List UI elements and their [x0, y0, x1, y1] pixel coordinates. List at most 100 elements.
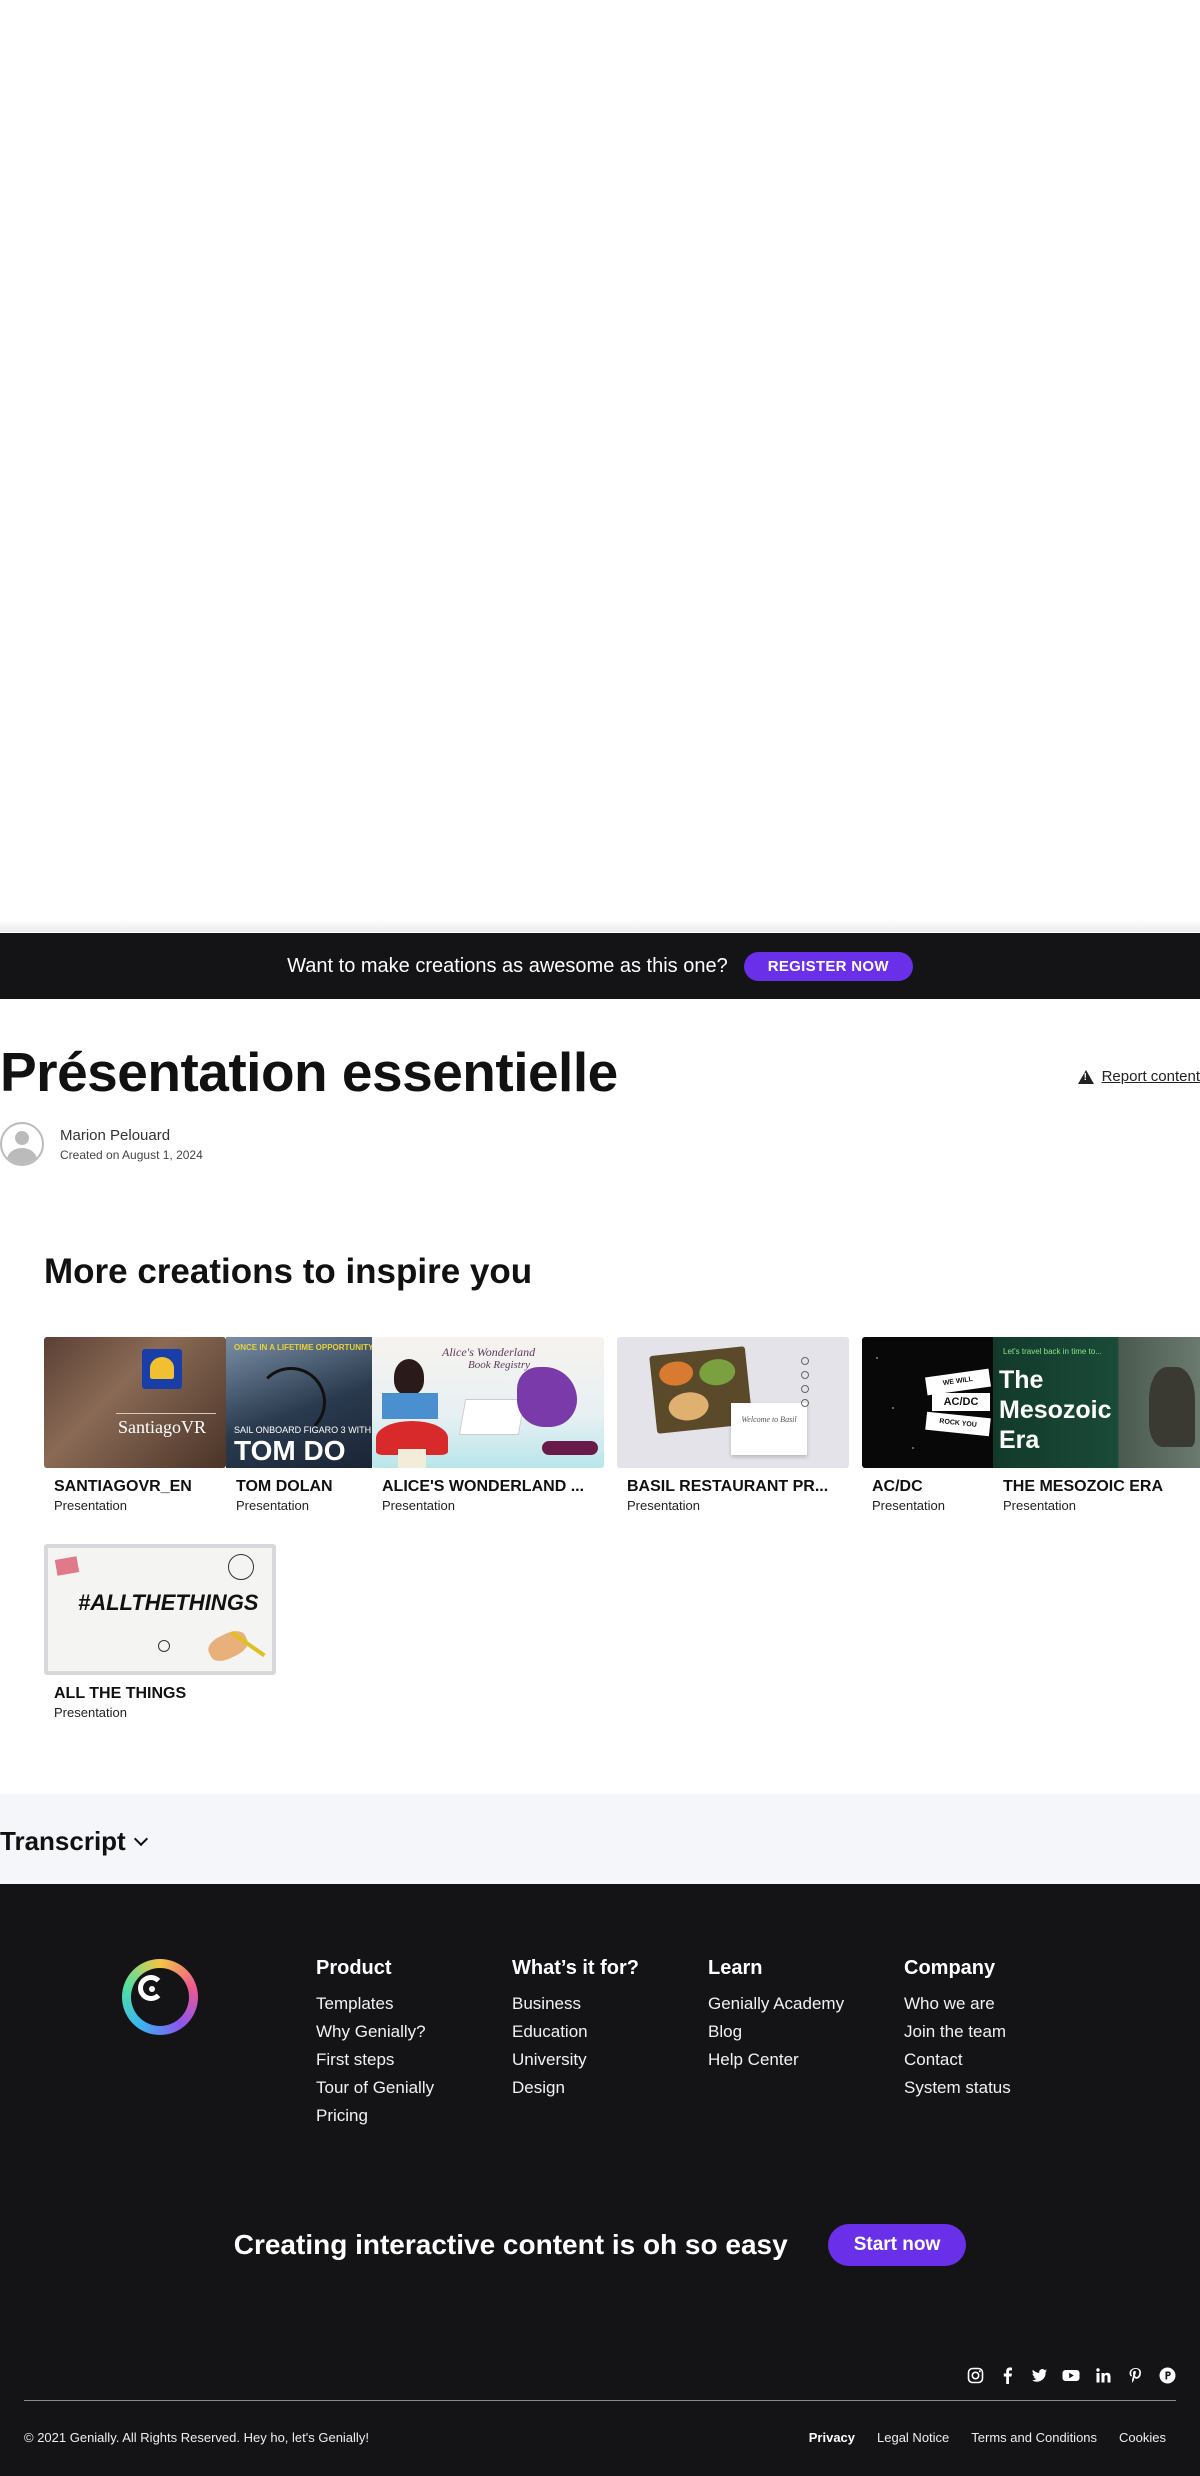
- footer-link[interactable]: Why Genially?: [316, 2018, 434, 2046]
- card-type: Presentation: [236, 1498, 309, 1513]
- footer-link[interactable]: Join the team: [904, 2018, 1011, 2046]
- card-thumbnail[interactable]: ONCE IN A LIFETIME OPPORTUNITY SAIL ONBO…: [226, 1337, 372, 1468]
- start-now-button[interactable]: Start now: [827, 2224, 967, 2266]
- card-type: Presentation: [382, 1498, 455, 1513]
- thumb-title: TOM DO: [234, 1435, 346, 1466]
- facebook-icon[interactable]: [998, 2366, 1016, 2384]
- instagram-icon[interactable]: [966, 2366, 984, 2384]
- transcript-label[interactable]: Transcript: [0, 1826, 126, 1857]
- card-title: AC/DC: [872, 1478, 923, 1495]
- footer-link[interactable]: System status: [904, 2074, 1011, 2102]
- footer-link[interactable]: Who we are: [904, 1990, 1011, 2018]
- footer-link[interactable]: Blog: [708, 2018, 844, 2046]
- footer-link[interactable]: Contact: [904, 2046, 1011, 2074]
- cta-text: Creating interactive content is oh so ea…: [233, 2229, 788, 2260]
- more-creations-heading: More creations to inspire you: [44, 1252, 533, 1291]
- social-links: [966, 2366, 1176, 2384]
- card-type: Presentation: [54, 1705, 127, 1720]
- thumb-title: #ALLTHETHINGS: [78, 1590, 259, 1615]
- cookies-link[interactable]: Cookies: [1119, 2430, 1166, 2445]
- card-thumbnail[interactable]: The Mesozoic Era Let's travel back in ti…: [993, 1337, 1200, 1468]
- thumb-kicker: ONCE IN A LIFETIME OPPORTUNITY: [234, 1343, 372, 1352]
- presentation-viewer[interactable]: [0, 0, 1200, 928]
- card-thumbnail[interactable]: Welcome to Basil: [617, 1337, 849, 1468]
- card-type: Presentation: [54, 1498, 127, 1513]
- thumb-title: The Mesozoic Era: [999, 1366, 1112, 1454]
- report-content-link[interactable]: Report content: [1077, 1068, 1200, 1085]
- legal-links: Privacy Legal Notice Terms and Condition…: [809, 2430, 1166, 2445]
- footer-column-company: Company Who we are Join the team Contact…: [904, 1957, 1011, 2102]
- banner-text: Want to make creations as awesome as thi…: [287, 954, 728, 977]
- footer-link[interactable]: First steps: [316, 2046, 434, 2074]
- card-title: SANTIAGOVR_EN: [54, 1478, 192, 1495]
- card-type: Presentation: [627, 1498, 700, 1513]
- footer-link[interactable]: Genially Academy: [708, 1990, 844, 2018]
- footer-cta: Creating interactive content is oh so ea…: [0, 2224, 1200, 2266]
- report-content-label[interactable]: Report content: [1102, 1068, 1200, 1085]
- footer-link[interactable]: Tour of Genially: [316, 2074, 434, 2102]
- thumb-sub: SAIL ONBOARD FIGARO 3 WITH: [234, 1425, 372, 1435]
- transcript-section: Transcript: [0, 1794, 1200, 1884]
- avatar[interactable]: [0, 1122, 44, 1166]
- footer-link[interactable]: Templates: [316, 1990, 434, 2018]
- footer-heading: Company: [904, 1957, 996, 1979]
- card-title: ALL THE THINGS: [54, 1685, 187, 1702]
- page-title: Présentation essentielle: [0, 1041, 618, 1103]
- footer-link[interactable]: Business: [512, 1990, 639, 2018]
- footer-divider: [24, 2400, 1176, 2401]
- card-title: THE MESOZOIC ERA: [1003, 1478, 1164, 1495]
- card-type: Presentation: [872, 1498, 945, 1513]
- linkedin-icon[interactable]: [1094, 2366, 1112, 2384]
- footer-link[interactable]: Education: [512, 2018, 639, 2046]
- genially-logo-icon[interactable]: [122, 1959, 198, 2035]
- card-thumbnail[interactable]: #ALLTHETHINGS: [44, 1544, 276, 1675]
- creation-card[interactable]: SantiagoVR SANTIAGOVR_EN Presentation: [44, 1337, 226, 1513]
- footer-heading: Learn: [708, 1957, 763, 1979]
- legal-notice-link[interactable]: Legal Notice: [877, 2430, 949, 2445]
- footer: Product Templates Why Genially? First st…: [0, 1884, 1200, 2476]
- warning-icon: [1077, 1069, 1094, 1084]
- register-banner: Want to make creations as awesome as thi…: [0, 933, 1200, 999]
- transcript-toggle[interactable]: Transcript: [0, 1826, 148, 1857]
- creation-card[interactable]: Welcome to Basil BASIL RESTAURANT PR... …: [617, 1337, 849, 1513]
- thumb-title: Alice's Wonderland: [442, 1345, 536, 1359]
- created-date: Created on August 1, 2024: [60, 1147, 203, 1162]
- footer-column-learn: Learn Genially Academy Blog Help Center: [708, 1957, 844, 2074]
- creation-card[interactable]: Alice's Wonderland Book Registry ALICE'S…: [372, 1337, 604, 1513]
- creation-card[interactable]: WE WILL AC/DC ROCK YOU AC/DC Presentatio…: [862, 1337, 993, 1513]
- scallop-shell-icon: [142, 1349, 182, 1389]
- twitter-icon[interactable]: [1030, 2366, 1048, 2384]
- footer-link[interactable]: University: [512, 2046, 639, 2074]
- footer-heading: What’s it for?: [512, 1957, 640, 1979]
- thumb-title: Welcome to Basil: [741, 1415, 797, 1424]
- author-block: Marion Pelouard Created on August 1, 202…: [0, 1122, 203, 1166]
- register-now-button[interactable]: REGISTER NOW: [743, 951, 913, 981]
- viewer-shadow: [0, 920, 1200, 932]
- card-thumbnail[interactable]: Alice's Wonderland Book Registry: [372, 1337, 604, 1468]
- footer-column-product: Product Templates Why Genially? First st…: [316, 1957, 434, 2130]
- thumb-kicker: Let's travel back in time to...: [1003, 1347, 1102, 1356]
- creation-card[interactable]: ONCE IN A LIFETIME OPPORTUNITY SAIL ONBO…: [226, 1337, 372, 1513]
- thumb-sub: Book Registry: [468, 1359, 531, 1371]
- pinterest-icon[interactable]: [1126, 2366, 1144, 2384]
- card-thumbnail[interactable]: SantiagoVR: [44, 1337, 226, 1468]
- creation-card[interactable]: #ALLTHETHINGS ALL THE THINGS Presentatio…: [44, 1544, 276, 1720]
- card-title: BASIL RESTAURANT PR...: [627, 1478, 829, 1495]
- thumb-title: AC/DC: [932, 1393, 990, 1411]
- privacy-link[interactable]: Privacy: [809, 2430, 855, 2445]
- card-title: TOM DOLAN: [236, 1478, 333, 1495]
- card-title: ALICE'S WONDERLAND ...: [382, 1478, 585, 1495]
- footer-link[interactable]: Help Center: [708, 2046, 844, 2074]
- author-name[interactable]: Marion Pelouard: [60, 1127, 203, 1144]
- producthunt-icon[interactable]: [1158, 2366, 1176, 2384]
- creation-card[interactable]: The Mesozoic Era Let's travel back in ti…: [993, 1337, 1200, 1513]
- youtube-icon[interactable]: [1062, 2366, 1080, 2384]
- footer-link[interactable]: Pricing: [316, 2102, 434, 2130]
- card-thumbnail[interactable]: WE WILL AC/DC ROCK YOU: [862, 1337, 993, 1468]
- footer-link[interactable]: Design: [512, 2074, 639, 2102]
- thumb-title: SantiagoVR: [118, 1417, 206, 1437]
- thumb-sub: ROCK YOU: [925, 1411, 991, 1437]
- footer-column-whats-it-for: What’s it for? Business Education Univer…: [512, 1957, 639, 2102]
- terms-link[interactable]: Terms and Conditions: [971, 2430, 1097, 2445]
- chevron-down-icon: [133, 1831, 148, 1846]
